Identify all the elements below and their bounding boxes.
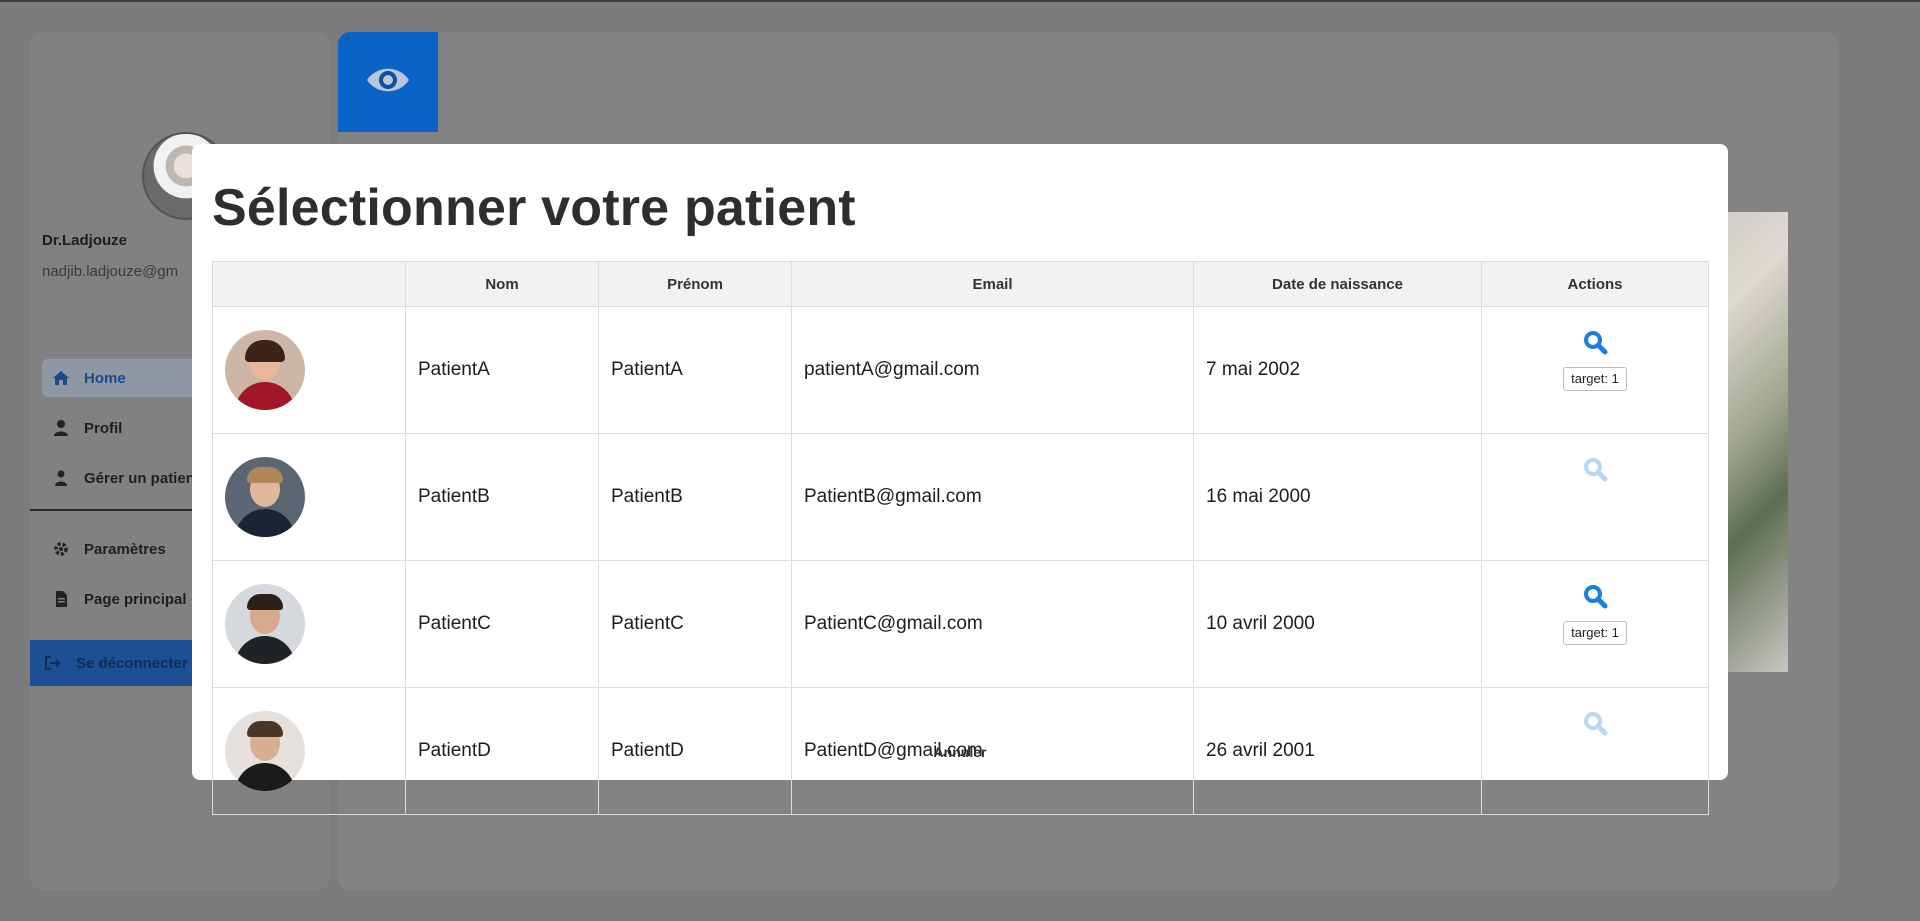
table-row: PatientA PatientA patientA@gmail.com 7 m… bbox=[212, 306, 1709, 434]
cell-date-naissance: 7 mai 2002 bbox=[1193, 306, 1482, 434]
cell-nom: PatientC bbox=[405, 560, 599, 688]
users-icon bbox=[52, 469, 70, 487]
sidebar-item-label: Page principal bbox=[84, 590, 187, 608]
column-header-email: Email bbox=[791, 261, 1194, 307]
search-icon[interactable] bbox=[1582, 710, 1608, 736]
column-header-prenom: Prénom bbox=[598, 261, 792, 307]
logout-label: Se déconnecter bbox=[76, 654, 188, 672]
window-top-border bbox=[0, 0, 1920, 2]
doctor-name: Dr.Ladjouze bbox=[42, 232, 128, 249]
table-row: PatientC PatientC PatientC@gmail.com 10 … bbox=[212, 560, 1709, 688]
table-header-row: Nom Prénom Email Date de naissance Actio… bbox=[212, 261, 1709, 307]
target-tag: target: 1 bbox=[1563, 367, 1627, 391]
doctor-email: nadjib.ladjouze@gm bbox=[42, 263, 179, 280]
eye-icon bbox=[365, 65, 411, 100]
table-row: PatientB PatientB PatientB@gmail.com 16 … bbox=[212, 433, 1709, 561]
cell-prenom: PatientB bbox=[598, 433, 792, 561]
cell-prenom: PatientC bbox=[598, 560, 792, 688]
column-header-nom: Nom bbox=[405, 261, 599, 307]
modal-title: Sélectionner votre patient bbox=[212, 179, 856, 237]
sidebar-item-label: Home bbox=[84, 369, 126, 387]
column-header-actions: Actions bbox=[1481, 261, 1709, 307]
column-header-date-naissance: Date de naissance bbox=[1193, 261, 1482, 307]
cell-prenom: PatientA bbox=[598, 306, 792, 434]
cancel-button[interactable]: Annuler bbox=[192, 743, 1728, 761]
sidebar-item-label: Profil bbox=[84, 419, 123, 437]
cell-email: PatientC@gmail.com bbox=[791, 560, 1194, 688]
home-icon bbox=[52, 369, 70, 387]
file-icon bbox=[52, 590, 70, 608]
patient-avatar bbox=[225, 584, 305, 664]
cell-date-naissance: 10 avril 2000 bbox=[1193, 560, 1482, 688]
view-tile[interactable] bbox=[338, 32, 438, 132]
sidebar-item-label: Gérer un patien bbox=[84, 469, 195, 487]
select-patient-modal: Sélectionner votre patient Nom Prénom Em… bbox=[192, 144, 1728, 815]
cell-nom: PatientB bbox=[405, 433, 599, 561]
search-icon[interactable] bbox=[1582, 329, 1608, 355]
photo-cell bbox=[212, 560, 406, 688]
search-icon[interactable] bbox=[1582, 456, 1608, 482]
patient-avatar bbox=[225, 457, 305, 537]
patients-table: Nom Prénom Email Date de naissance Actio… bbox=[212, 261, 1709, 815]
search-icon[interactable] bbox=[1582, 583, 1608, 609]
cell-actions: target: 1 bbox=[1481, 306, 1709, 434]
cell-nom: PatientA bbox=[405, 306, 599, 434]
sidebar-item-label: Paramètres bbox=[84, 540, 166, 558]
cell-actions bbox=[1481, 433, 1709, 561]
cell-email: patientA@gmail.com bbox=[791, 306, 1194, 434]
gear-icon bbox=[52, 540, 70, 558]
logout-icon bbox=[44, 654, 62, 672]
target-tag: target: 1 bbox=[1563, 621, 1627, 645]
cell-date-naissance: 16 mai 2000 bbox=[1193, 433, 1482, 561]
user-icon bbox=[52, 419, 70, 437]
cell-actions: target: 1 bbox=[1481, 560, 1709, 688]
column-header-photo bbox=[212, 261, 406, 307]
photo-cell bbox=[212, 433, 406, 561]
photo-cell bbox=[212, 306, 406, 434]
patient-avatar bbox=[225, 330, 305, 410]
cell-email: PatientB@gmail.com bbox=[791, 433, 1194, 561]
